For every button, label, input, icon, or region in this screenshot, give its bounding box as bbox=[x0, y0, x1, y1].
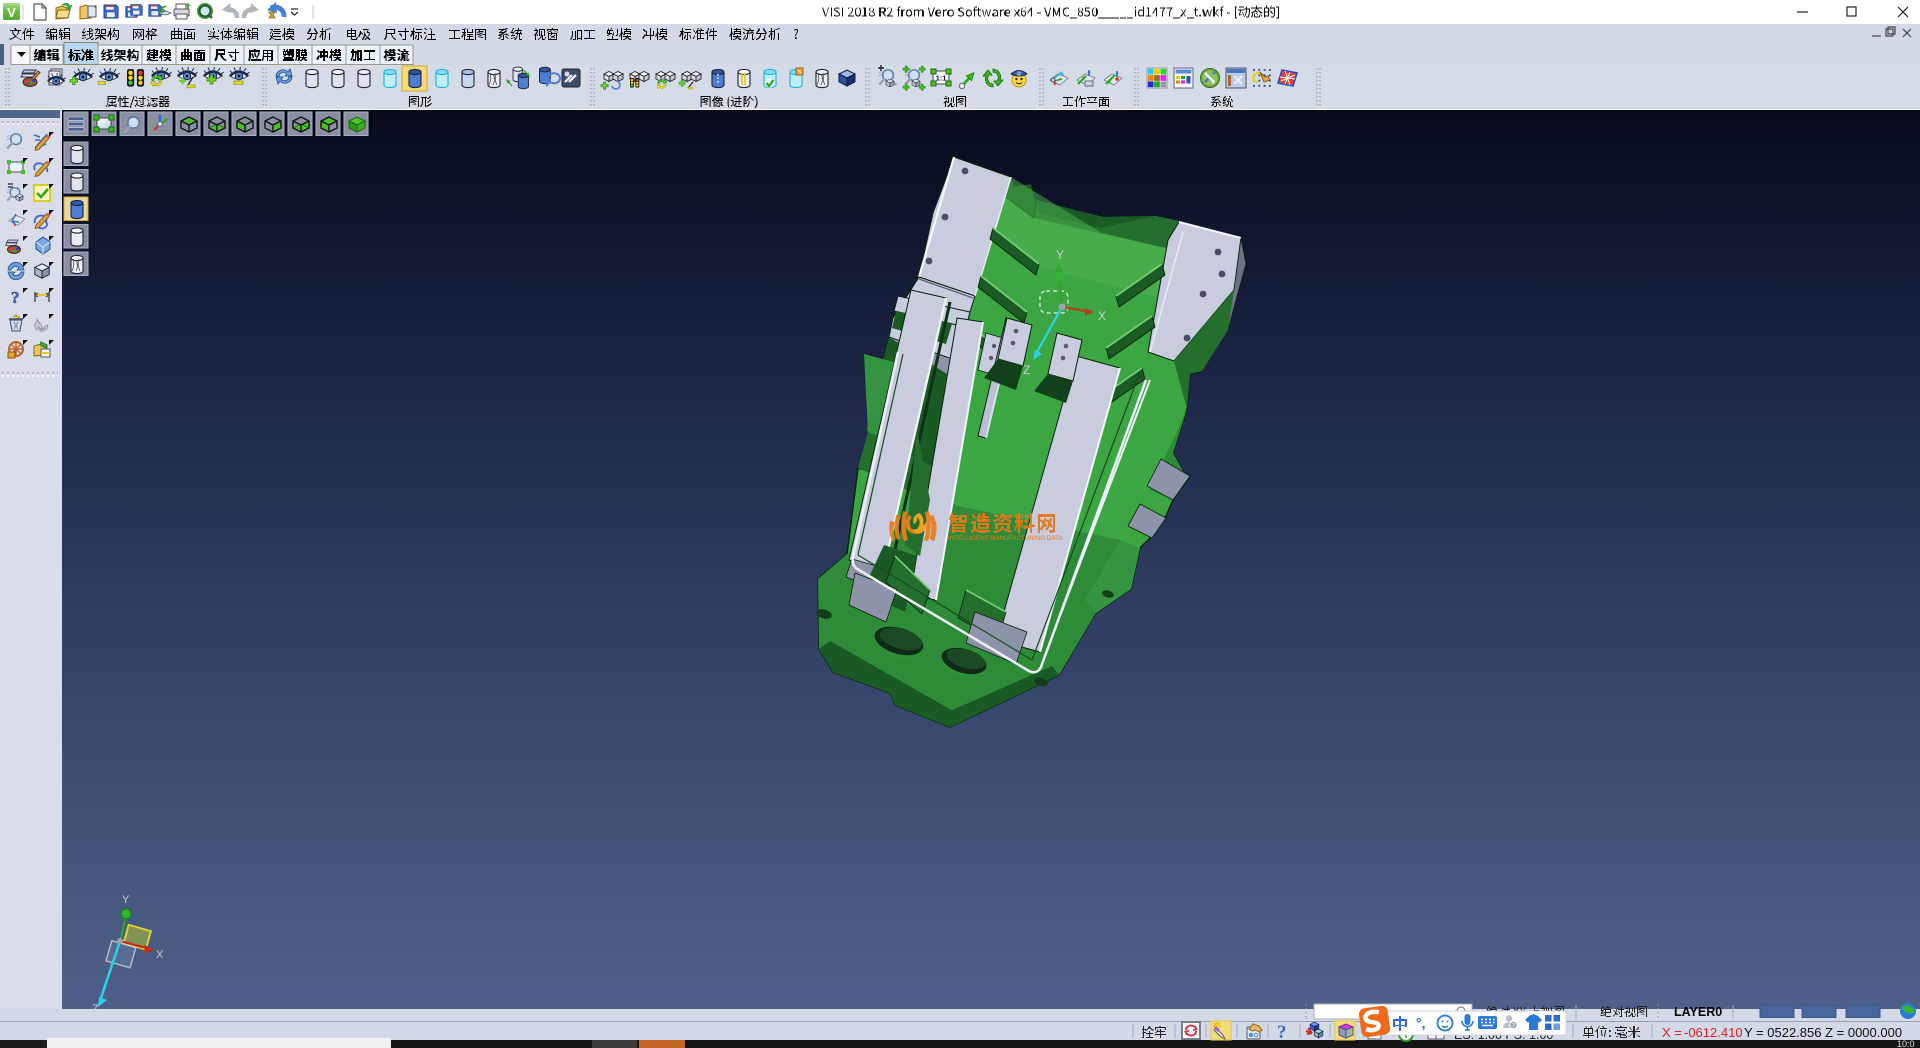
svg-text:V: V bbox=[7, 5, 16, 20]
svg-text:INTELLIGENT MANUFACTURING DATA: INTELLIGENT MANUFACTURING DATA bbox=[948, 535, 1064, 542]
svg-text:Z: Z bbox=[92, 1003, 99, 1015]
svg-text:10:0: 10:0 bbox=[1897, 1039, 1915, 1048]
svg-text:X =: X = bbox=[1662, 1025, 1682, 1040]
svg-text:?: ? bbox=[11, 288, 20, 307]
svg-text:?: ? bbox=[1277, 1022, 1287, 1043]
svg-text:Y = 0522.856 Z = 0000.000: Y = 0522.856 Z = 0000.000 bbox=[1744, 1025, 1902, 1040]
svg-text:Y: Y bbox=[1056, 248, 1064, 262]
svg-text:-0612.410: -0612.410 bbox=[1684, 1025, 1743, 1040]
svg-text:Z: Z bbox=[1023, 363, 1030, 377]
svg-text:°,: °, bbox=[1416, 1015, 1426, 1031]
svg-text:Y: Y bbox=[122, 894, 130, 906]
svg-text:X: X bbox=[1098, 309, 1106, 323]
svg-text:LAYER0: LAYER0 bbox=[1674, 1005, 1722, 1019]
svg-text:X: X bbox=[156, 949, 164, 961]
svg-text:1:1: 1:1 bbox=[936, 74, 947, 83]
